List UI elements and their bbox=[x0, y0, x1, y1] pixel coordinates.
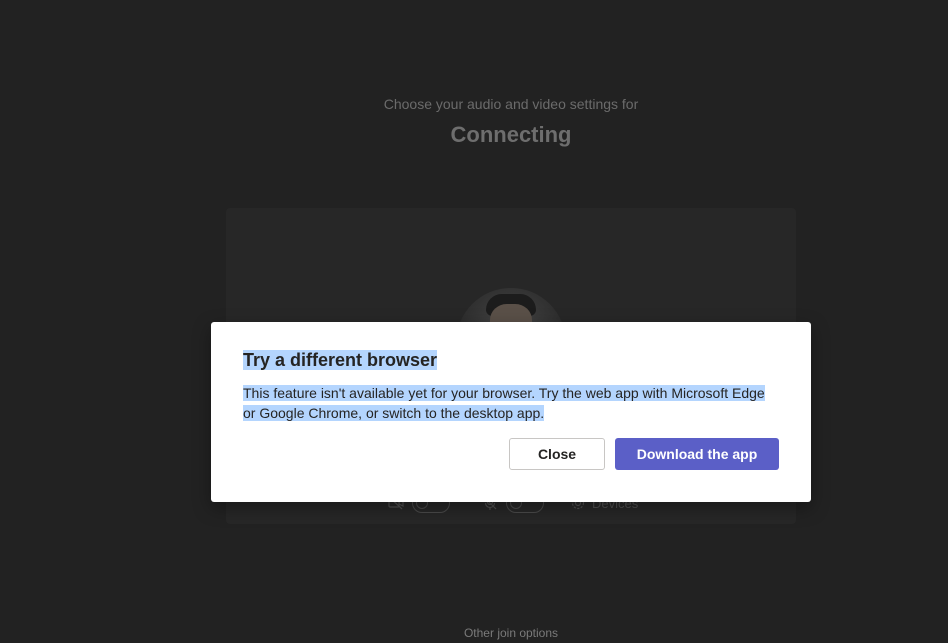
dialog-actions: Close Download the app bbox=[509, 438, 779, 470]
meeting-title: Connecting bbox=[450, 122, 572, 147]
close-button[interactable]: Close bbox=[509, 438, 605, 470]
download-app-button[interactable]: Download the app bbox=[615, 438, 779, 470]
prejoin-screen: Choose your audio and video settings for… bbox=[0, 0, 948, 643]
dialog-body-text: This feature isn't available yet for you… bbox=[243, 385, 765, 421]
dialog-title: Try a different browser bbox=[243, 350, 779, 371]
browser-unsupported-dialog: Try a different browser This feature isn… bbox=[211, 322, 811, 502]
prejoin-subtitle: Choose your audio and video settings for bbox=[383, 96, 639, 112]
dialog-title-text: Try a different browser bbox=[243, 350, 438, 370]
other-join-options-link[interactable]: Other join options bbox=[0, 626, 948, 640]
dialog-body: This feature isn't available yet for you… bbox=[243, 383, 779, 423]
